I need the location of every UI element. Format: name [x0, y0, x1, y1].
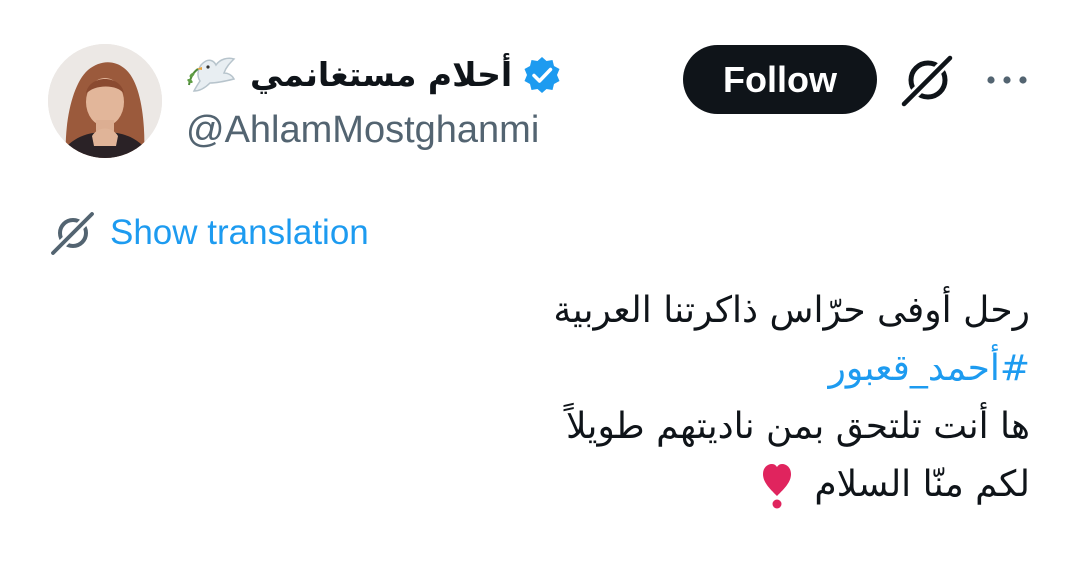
tweet-line-1: رحل أوفى حرّاس ذاكرتنا العربية: [553, 290, 1030, 331]
hashtag-link[interactable]: #أحمد_قعبور: [828, 348, 1030, 389]
show-translation-label[interactable]: Show translation: [110, 208, 369, 258]
heart-exclamation-icon: [761, 462, 793, 510]
name-row: أحلام مستغانمي: [186, 48, 562, 102]
grok-icon[interactable]: [898, 52, 958, 109]
follow-button[interactable]: Follow: [683, 45, 877, 114]
dove-with-olive-branch-icon: [186, 51, 240, 99]
verified-badge-icon[interactable]: [522, 55, 562, 95]
tweet-line-3: ها أنت تلتحق بمن ناديتهم طويلاً: [565, 406, 1030, 447]
tweet-text: رحل أوفى حرّاس ذاكرتنا العربية #أحمد_قعب…: [330, 282, 1030, 514]
display-name[interactable]: أحلام مستغانمي: [250, 48, 512, 102]
tweet-line-4: لكم منّا السلام: [814, 464, 1030, 505]
user-handle[interactable]: @AhlamMostghanmi: [186, 104, 539, 156]
tweet-card: أحلام مستغانمي @AhlamMostghanmi Follow S…: [0, 0, 1080, 562]
translate-icon: [48, 209, 96, 257]
avatar[interactable]: [48, 44, 162, 158]
avatar-image: [48, 44, 162, 158]
show-translation-button[interactable]: Show translation: [48, 208, 369, 258]
more-dots-icon[interactable]: [982, 62, 1032, 98]
